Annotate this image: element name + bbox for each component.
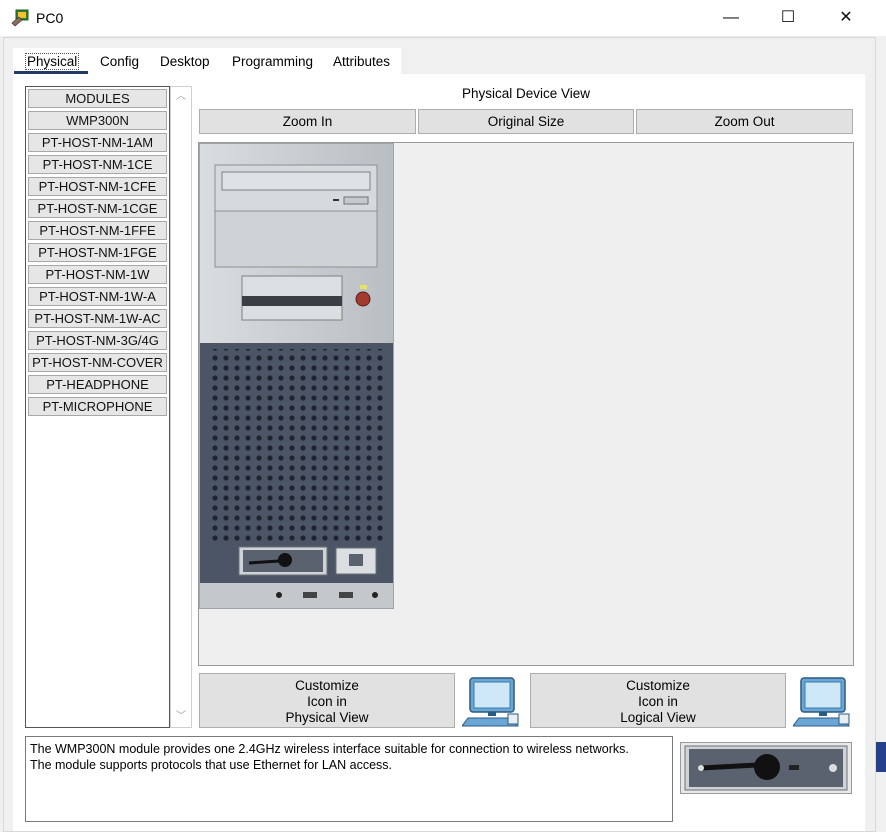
module-item-pt-host-nm-1ffe[interactable]: PT-HOST-NM-1FFE	[28, 221, 167, 240]
original-size-button[interactable]: Original Size	[418, 109, 634, 134]
zoom-in-button[interactable]: Zoom In	[199, 109, 416, 134]
module-item-wmp300n[interactable]: WMP300N	[28, 111, 167, 130]
module-item-pt-microphone[interactable]: PT-MICROPHONE	[28, 397, 167, 416]
customize-physical-line3: Physical View	[285, 710, 369, 725]
pc-logical-icon	[793, 677, 850, 727]
module-item-pt-host-nm-1ce[interactable]: PT-HOST-NM-1CE	[28, 155, 167, 174]
customize-logical-icon-button[interactable]: Customize Icon in Logical View	[530, 673, 786, 728]
pc-physical-icon	[462, 677, 519, 727]
pc-tower-image	[199, 143, 394, 609]
module-item-pt-host-nm-1cge[interactable]: PT-HOST-NM-1CGE	[28, 199, 167, 218]
module-item-pt-host-nm-3g-4g[interactable]: PT-HOST-NM-3G/4G	[28, 331, 167, 350]
window-title: PC0	[36, 10, 64, 26]
maximize-button[interactable]: ☐	[765, 0, 811, 36]
scroll-down-icon[interactable]: ﹀	[171, 709, 191, 725]
customize-physical-icon-button[interactable]: Customize Icon in Physical View	[199, 673, 455, 728]
scroll-up-icon[interactable]: ︿	[171, 89, 191, 105]
tab-programming[interactable]: Programming	[232, 48, 313, 74]
customize-logical-line1: Customize	[626, 678, 690, 693]
customize-logical-line3: Logical View	[620, 710, 696, 725]
close-button[interactable]: ✕	[823, 0, 869, 36]
title-bar: PC0 — ☐ ✕	[0, 0, 886, 36]
tab-config[interactable]: Config	[100, 48, 139, 74]
wmp300n-module-icon	[684, 745, 848, 791]
tab-desktop[interactable]: Desktop	[160, 48, 210, 74]
module-list-scrollbar[interactable]: ︿ ﹀	[170, 86, 192, 728]
background-edge-right	[876, 742, 886, 772]
module-description: The WMP300N module provides one 2.4GHz w…	[25, 736, 673, 822]
description-line-2: The module supports protocols that use E…	[30, 758, 392, 772]
module-preview-image	[680, 742, 852, 794]
minimize-button[interactable]: —	[708, 0, 754, 36]
module-item-pt-headphone[interactable]: PT-HEADPHONE	[28, 375, 167, 394]
packet-tracer-pc-icon	[11, 9, 29, 27]
description-line-1: The WMP300N module provides one 2.4GHz w…	[30, 742, 629, 756]
physical-device-canvas	[198, 142, 854, 666]
customize-logical-line2: Icon in	[638, 694, 678, 709]
module-item-pt-host-nm-1fge[interactable]: PT-HOST-NM-1FGE	[28, 243, 167, 262]
physical-device-view-title: Physical Device View	[461, 86, 591, 101]
module-item-pt-host-nm-1cfe[interactable]: PT-HOST-NM-1CFE	[28, 177, 167, 196]
module-list: MODULES WMP300N PT-HOST-NM-1AM PT-HOST-N…	[25, 86, 170, 728]
module-item-pt-host-nm-1w-ac[interactable]: PT-HOST-NM-1W-AC	[28, 309, 167, 328]
module-item-pt-host-nm-cover[interactable]: PT-HOST-NM-COVER	[28, 353, 167, 372]
customize-physical-line1: Customize	[295, 678, 359, 693]
tab-label: Physical	[25, 53, 80, 70]
customize-physical-line2: Icon in	[307, 694, 347, 709]
module-item-pt-host-nm-1w-a[interactable]: PT-HOST-NM-1W-A	[28, 287, 167, 306]
module-item-pt-host-nm-1am[interactable]: PT-HOST-NM-1AM	[28, 133, 167, 152]
tab-attributes[interactable]: Attributes	[333, 48, 390, 74]
module-item-pt-host-nm-1w[interactable]: PT-HOST-NM-1W	[28, 265, 167, 284]
module-list-header: MODULES	[28, 89, 167, 108]
zoom-out-button[interactable]: Zoom Out	[636, 109, 853, 134]
